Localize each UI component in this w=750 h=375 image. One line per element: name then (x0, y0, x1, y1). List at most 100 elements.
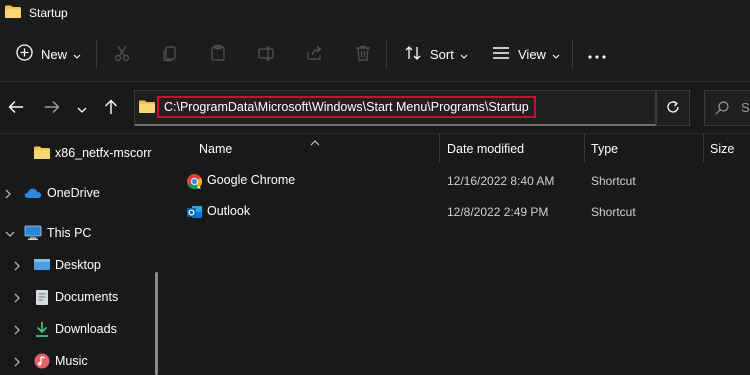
address-bar[interactable]: C:\ProgramData\Microsoft\Windows\Start M… (134, 90, 656, 126)
separator (572, 40, 573, 68)
chevron-right-icon[interactable] (14, 291, 20, 306)
nav-item-label: x86_netfx-mscorr (55, 146, 152, 160)
command-bar: New Sort View (0, 26, 750, 82)
paste-button[interactable] (209, 26, 227, 82)
music-icon (34, 353, 50, 372)
column-header-label: Size (710, 142, 735, 156)
file-date: 12/16/2022 8:40 AM (447, 174, 555, 188)
file-type: Shortcut (591, 174, 636, 188)
column-header-label: Type (591, 142, 619, 156)
column-header-type[interactable]: Type (591, 134, 701, 164)
share-icon (305, 44, 323, 65)
column-header-label: Date modified (447, 142, 525, 156)
more-options-button[interactable] (588, 26, 606, 82)
chevron-down-icon (73, 47, 81, 62)
title-bar: Startup (0, 0, 750, 26)
share-button[interactable] (305, 26, 323, 82)
file-date: 12/8/2022 2:49 PM (447, 205, 549, 219)
file-type: Shortcut (591, 205, 636, 219)
column-divider[interactable] (703, 134, 704, 162)
column-divider[interactable] (584, 134, 585, 162)
window-title: Startup (29, 6, 68, 20)
view-button[interactable]: View (492, 26, 560, 82)
rename-icon (257, 44, 275, 65)
back-button[interactable] (4, 82, 28, 134)
chevron-right-icon[interactable] (5, 187, 11, 202)
nav-item-label: This PC (47, 226, 92, 240)
cut-icon (113, 44, 131, 65)
nav-item-this-pc[interactable]: This PC (0, 222, 160, 246)
chevron-right-icon[interactable] (14, 355, 20, 370)
folder-icon (138, 99, 156, 117)
file-name: Google Chrome (207, 173, 296, 187)
recent-locations-button[interactable] (70, 82, 94, 134)
delete-icon (354, 44, 372, 65)
column-header-date-modified[interactable]: Date modified (447, 134, 583, 164)
documents-icon (34, 289, 50, 309)
chrome-icon (186, 173, 203, 193)
chevron-down-icon[interactable] (5, 227, 15, 242)
address-row: C:\ProgramData\Microsoft\Windows\Start M… (0, 82, 750, 134)
rename-button[interactable] (257, 26, 275, 82)
new-button[interactable]: New (16, 26, 81, 82)
search-box[interactable]: S (704, 90, 750, 126)
nav-item-label: Documents (55, 290, 119, 304)
cut-button[interactable] (113, 26, 131, 82)
sort-label: Sort (430, 46, 454, 62)
nav-item-label: OneDrive (47, 186, 100, 200)
search-placeholder: S (741, 100, 750, 115)
copy-icon (161, 44, 179, 65)
nav-item-onedrive[interactable]: OneDrive (0, 182, 160, 206)
navigation-pane: x86_netfx-mscorr OneDrive This PC Deskto… (0, 134, 160, 375)
chevron-right-icon[interactable] (14, 323, 20, 338)
chevron-right-icon[interactable] (14, 259, 20, 274)
view-label: View (518, 46, 546, 62)
nav-item-label: Downloads (55, 322, 117, 336)
nav-item-x86-netfx[interactable]: x86_netfx-mscorr (0, 142, 160, 166)
chevron-down-icon (77, 101, 87, 116)
copy-button[interactable] (161, 26, 179, 82)
file-row[interactable]: Outlook 12/8/2022 2:49 PM Shortcut (164, 197, 750, 227)
column-divider[interactable] (439, 134, 440, 162)
new-label: New (41, 46, 68, 62)
delete-button[interactable] (354, 26, 372, 82)
search-icon (715, 101, 729, 118)
nav-item-label: Desktop (55, 258, 101, 272)
nav-item-label: Music (55, 354, 88, 368)
file-row[interactable]: Google Chrome 12/16/2022 8:40 AM Shortcu… (164, 166, 750, 196)
paste-icon (209, 44, 227, 65)
downloads-icon (34, 321, 50, 341)
navpane-scrollbar[interactable] (155, 272, 158, 375)
file-name: Outlook (207, 204, 251, 218)
folder-icon (33, 145, 51, 163)
onedrive-icon (24, 187, 42, 202)
chevron-down-icon (460, 47, 468, 62)
sort-icon (404, 44, 422, 65)
pc-icon (24, 225, 42, 244)
column-header-size[interactable]: Size (710, 134, 750, 164)
separator (386, 40, 387, 68)
up-button[interactable] (99, 82, 123, 134)
more-icon (588, 47, 606, 62)
nav-item-desktop[interactable]: Desktop (0, 254, 160, 278)
chevron-down-icon (552, 47, 560, 62)
refresh-button[interactable] (656, 90, 690, 126)
forward-button[interactable] (40, 82, 64, 134)
address-path[interactable]: C:\ProgramData\Microsoft\Windows\Start M… (157, 96, 536, 118)
nav-item-music[interactable]: Music (0, 350, 160, 374)
view-icon (492, 46, 510, 63)
arrow-left-icon (8, 100, 24, 117)
nav-item-documents[interactable]: Documents (0, 286, 160, 310)
column-header-name[interactable]: Name (199, 134, 439, 164)
arrow-up-icon (104, 99, 118, 118)
file-list: Name Date modified Type Size Google Chro… (164, 134, 750, 375)
arrow-right-icon (44, 100, 60, 117)
column-header-label: Name (199, 142, 233, 156)
desktop-icon (33, 257, 51, 276)
folder-icon (4, 4, 22, 22)
sort-button[interactable]: Sort (404, 26, 468, 82)
separator (96, 40, 97, 68)
outlook-icon (186, 204, 203, 224)
refresh-icon (666, 100, 680, 117)
nav-item-downloads[interactable]: Downloads (0, 318, 160, 342)
